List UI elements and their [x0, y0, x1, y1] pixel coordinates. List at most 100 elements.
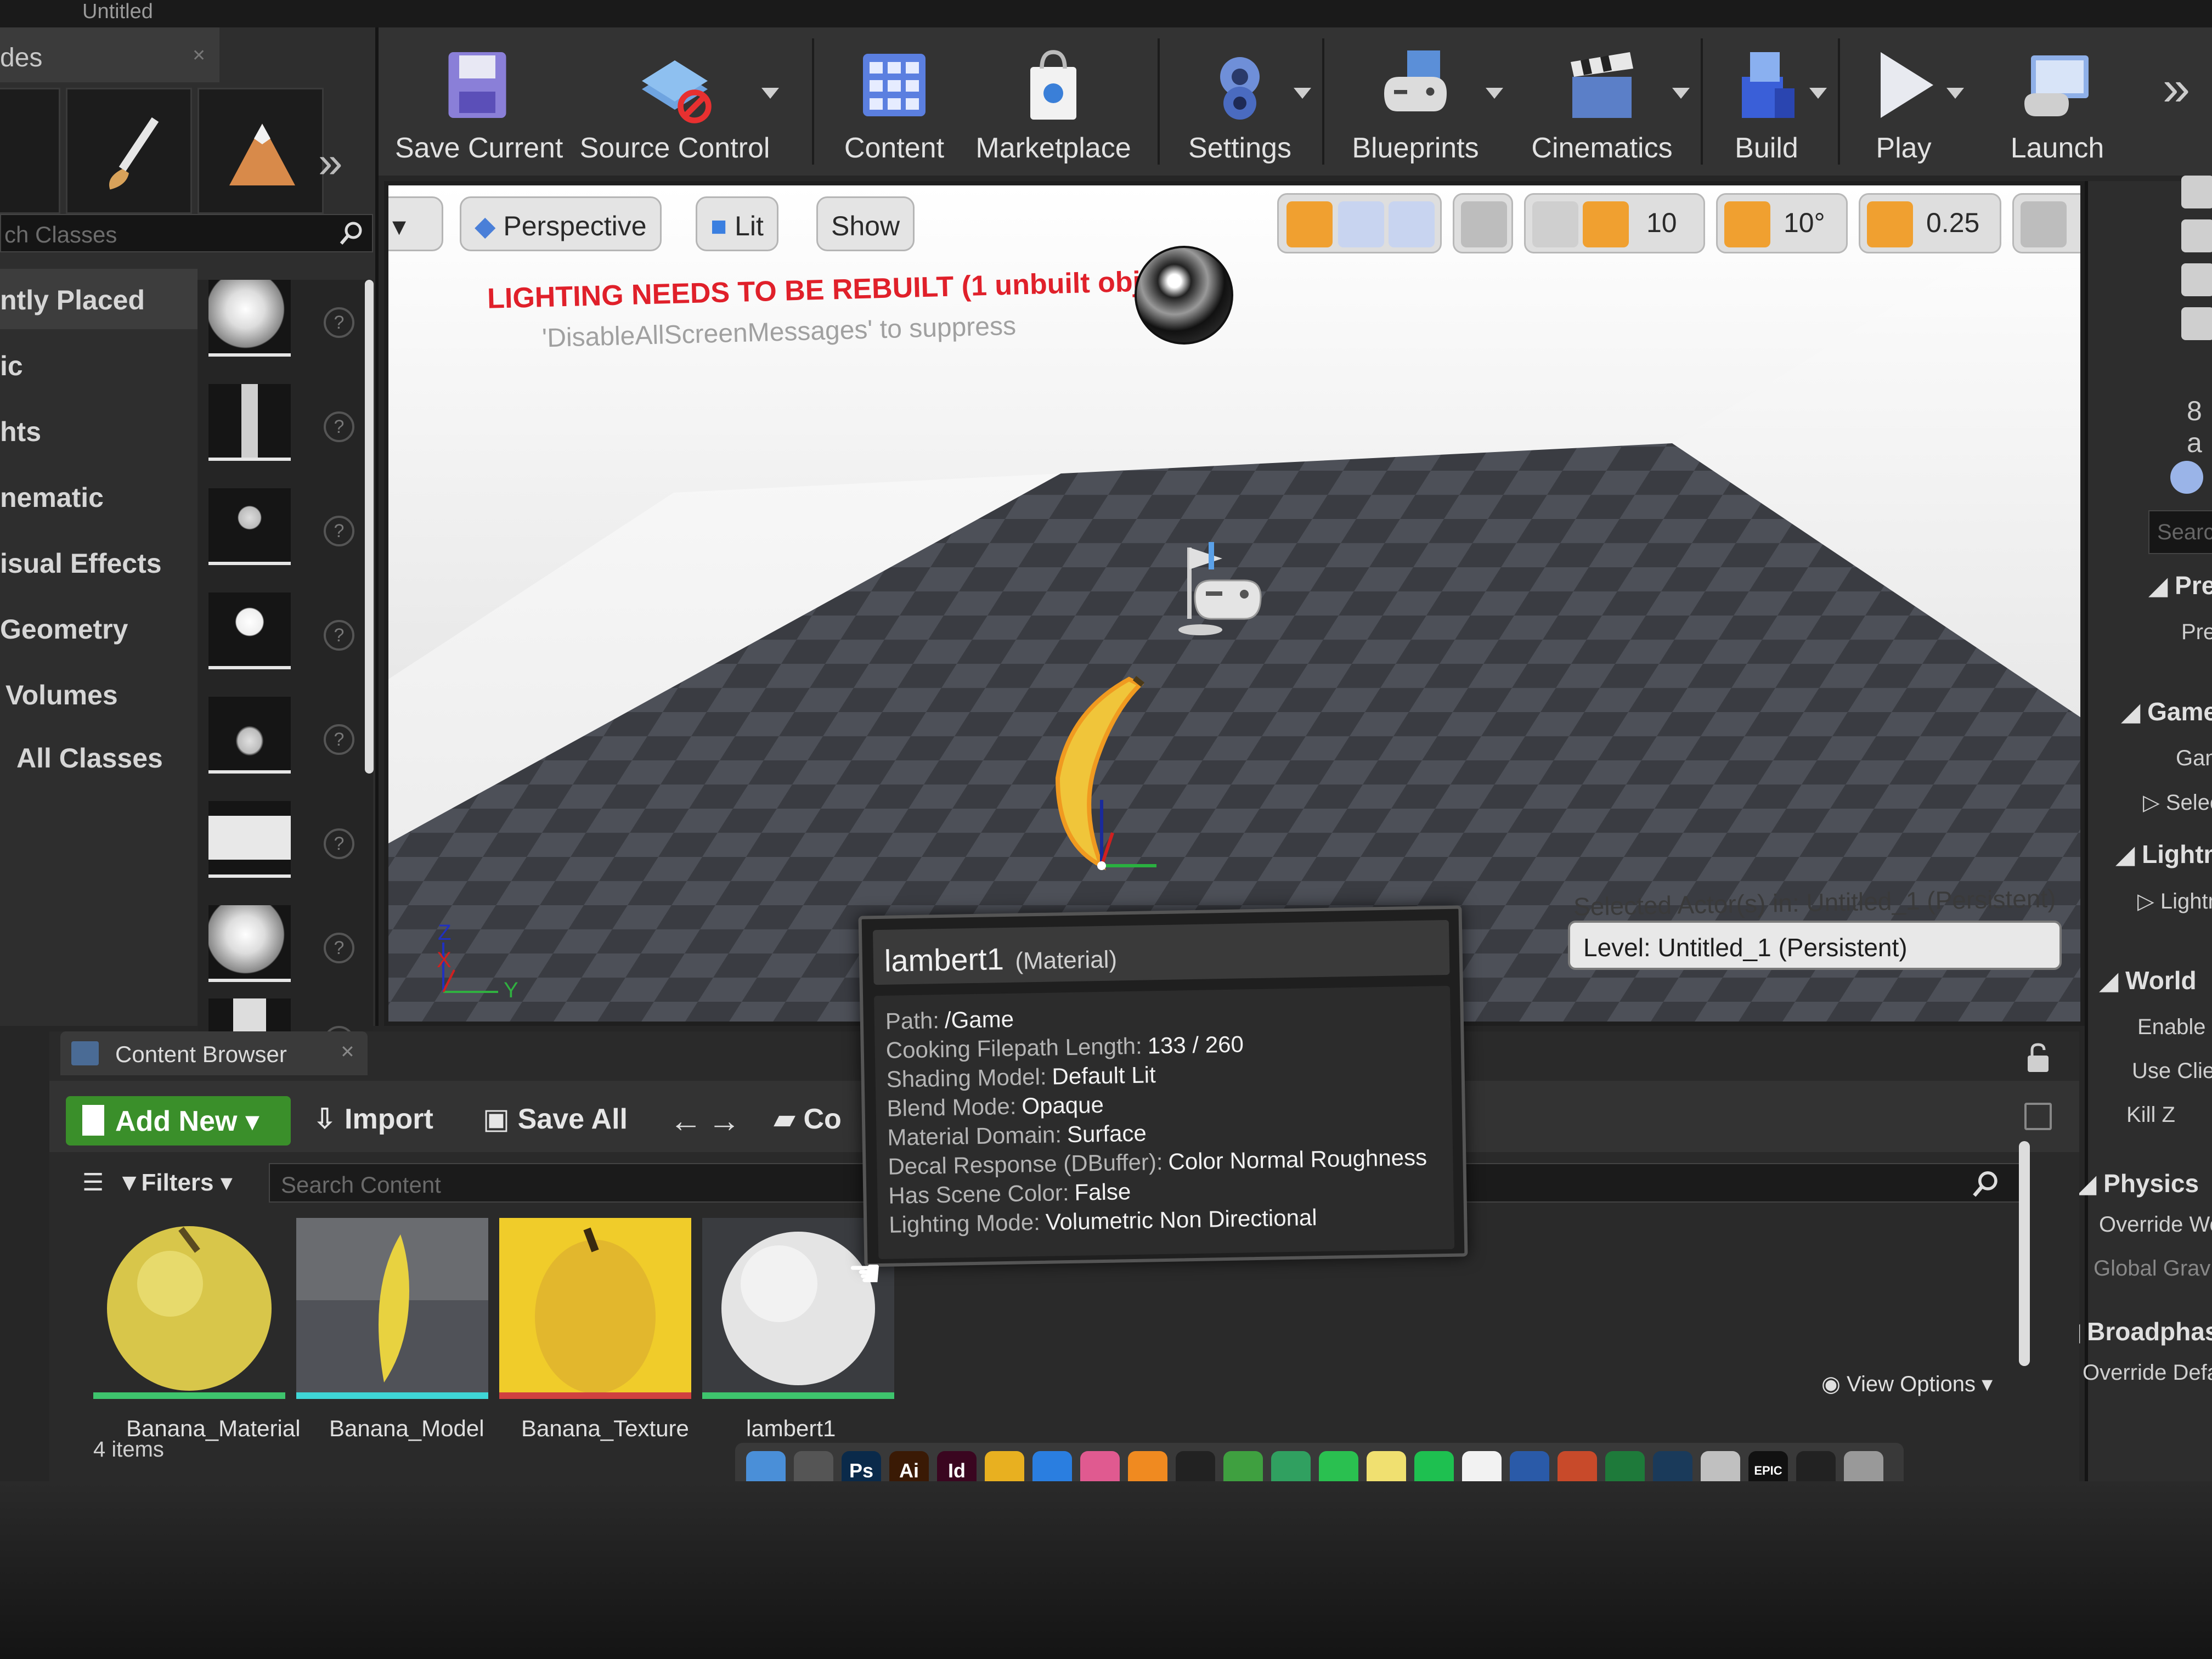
word-icon[interactable] — [1510, 1451, 1549, 1481]
chevron-down-icon[interactable] — [1294, 88, 1311, 99]
content-browser-tab[interactable]: Content Browser ✕ — [60, 1031, 368, 1075]
details-search-input[interactable]: Searc — [2148, 510, 2212, 554]
expand-modes-icon[interactable]: » — [318, 137, 343, 188]
placed-item[interactable]: ? — [208, 801, 354, 883]
path-breadcrumb[interactable]: ▰ Co — [774, 1103, 842, 1136]
section-header[interactable]: ◢ World — [2099, 966, 2197, 995]
rotation-snap-icon[interactable] — [1724, 201, 1770, 247]
chrome-icon[interactable] — [985, 1451, 1024, 1481]
view-options-button[interactable]: ◉ View Options ▾ — [1821, 1372, 1993, 1397]
toolbar-overflow-icon[interactable]: » — [2163, 60, 2190, 117]
close-icon[interactable]: ✕ — [340, 1041, 355, 1062]
category-volumes[interactable]: Volumes — [0, 664, 198, 724]
help-icon[interactable]: ? — [324, 828, 354, 859]
section-header[interactable]: ◢ Prec — [2148, 571, 2212, 600]
detail-row[interactable]: ▷ Lightma — [2137, 889, 2212, 914]
search-icon[interactable] — [1971, 1169, 2001, 1199]
eye-icon[interactable] — [2181, 307, 2212, 340]
view-mode-lit-button[interactable]: ■ Lit — [696, 196, 778, 251]
trash-icon[interactable] — [1844, 1451, 1883, 1481]
category-geometry[interactable]: Geometry — [0, 598, 198, 658]
viewport-options-button[interactable]: ▾ — [388, 196, 443, 251]
close-icon[interactable]: ✕ — [192, 46, 206, 65]
category-visual-effects[interactable]: isual Effects — [0, 532, 198, 592]
launch-button[interactable]: Launch — [1991, 33, 2123, 170]
section-header[interactable]: ◢ Game — [2121, 697, 2212, 726]
reflection-sphere[interactable] — [1135, 246, 1233, 345]
source-control-button[interactable]: Source Control — [576, 33, 779, 170]
excel-icon[interactable] — [1605, 1451, 1645, 1481]
category-lights[interactable]: hts — [0, 400, 198, 461]
blueprints-button[interactable]: Blueprints — [1333, 33, 1503, 170]
category-cinematic[interactable]: nematic — [0, 466, 198, 527]
modes-scrollbar[interactable] — [365, 280, 374, 774]
help-icon[interactable]: ? — [324, 620, 354, 651]
save-all-button[interactable]: ▣ Save All — [483, 1103, 628, 1136]
help-icon[interactable]: ? — [324, 411, 354, 442]
eye-icon[interactable] — [2181, 219, 2212, 252]
world-globe-icon[interactable] — [1461, 201, 1507, 247]
notes-icon[interactable] — [1367, 1451, 1406, 1481]
utorrent-icon[interactable] — [1223, 1451, 1263, 1481]
modes-tab[interactable]: des ✕ — [0, 27, 219, 82]
calendar-icon[interactable] — [1462, 1451, 1502, 1481]
content-browser-scrollbar[interactable] — [2019, 1141, 2030, 1366]
safari-icon[interactable] — [1032, 1451, 1072, 1481]
launchpad-icon[interactable] — [794, 1451, 833, 1481]
content-button[interactable]: Content — [828, 33, 960, 170]
chevron-down-icon[interactable] — [1946, 88, 1964, 99]
save-search-icon[interactable] — [2024, 1103, 2052, 1130]
unreal-icon[interactable] — [1796, 1451, 1836, 1481]
category-basic[interactable]: ic — [0, 335, 198, 395]
lock-icon[interactable] — [2024, 1042, 2052, 1073]
steam-icon[interactable] — [1653, 1451, 1692, 1481]
help-icon[interactable]: ? — [324, 516, 354, 546]
settings-button[interactable]: Settings — [1174, 33, 1311, 170]
surface-snap-icon[interactable] — [1532, 201, 1578, 247]
filters-button[interactable]: ☰ ▼Filters ▾ — [82, 1169, 233, 1197]
placed-item[interactable]: ? — [208, 488, 354, 571]
category-all-classes[interactable]: All Classes — [0, 727, 198, 787]
marketplace-button[interactable]: Marketplace — [960, 33, 1147, 170]
books-icon[interactable] — [1128, 1451, 1167, 1481]
placed-item[interactable]: ? — [208, 280, 354, 362]
photoshop-icon[interactable]: Ps — [842, 1451, 881, 1481]
forward-arrow-icon[interactable]: → — [708, 1102, 741, 1139]
detail-row[interactable]: ▷ Selecte — [2143, 790, 2212, 815]
powerpoint-icon[interactable] — [1558, 1451, 1597, 1481]
info-icon[interactable] — [2170, 461, 2203, 494]
placed-item[interactable]: ? — [208, 905, 354, 988]
back-arrow-icon[interactable]: ← — [669, 1102, 702, 1139]
spotify-icon[interactable] — [1414, 1451, 1454, 1481]
mode-landscape-button[interactable] — [198, 88, 324, 214]
eye-icon[interactable] — [2181, 263, 2212, 296]
scale-tool-icon[interactable] — [1389, 201, 1435, 247]
add-new-button[interactable]: Add New ▾ — [66, 1096, 291, 1146]
asset-tile[interactable] — [499, 1218, 691, 1399]
category-recently-placed[interactable]: ntly Placed — [0, 269, 198, 329]
p3-icon[interactable] — [1176, 1451, 1215, 1481]
asset-tile[interactable] — [93, 1218, 285, 1399]
search-icon[interactable] — [338, 219, 365, 247]
placed-item[interactable]: ? — [208, 592, 354, 675]
save-current-button[interactable]: Save Current — [395, 33, 563, 170]
cinematics-button[interactable]: Cinematics — [1520, 33, 1690, 170]
build-button[interactable]: Build — [1712, 33, 1827, 170]
asset-tile[interactable] — [296, 1218, 488, 1399]
perspective-button[interactable]: ◆ Perspective — [460, 196, 662, 251]
eye-icon[interactable] — [2181, 176, 2212, 208]
show-button[interactable]: Show — [816, 196, 915, 251]
chevron-down-icon[interactable] — [1486, 88, 1503, 99]
scale-snap-icon[interactable] — [1867, 201, 1913, 247]
chevron-down-icon[interactable] — [1672, 88, 1690, 99]
banana-actor[interactable] — [1036, 668, 1167, 888]
level-viewport[interactable]: ▾ ◆ Perspective ■ Lit Show 10 10° 0.25 L… — [384, 181, 2085, 1026]
sources-toggle-icon[interactable]: ☰ — [82, 1169, 104, 1196]
finder-icon[interactable] — [746, 1451, 786, 1481]
placed-item[interactable]: ? — [208, 384, 354, 466]
mode-paint-button[interactable] — [66, 88, 192, 214]
section-header[interactable]: ◢ Broadphase — [2061, 1317, 2212, 1346]
grid-snap-icon[interactable] — [1583, 201, 1629, 247]
search-classes-input[interactable]: ch Classes — [0, 214, 373, 252]
rotate-tool-icon[interactable] — [1338, 201, 1384, 247]
